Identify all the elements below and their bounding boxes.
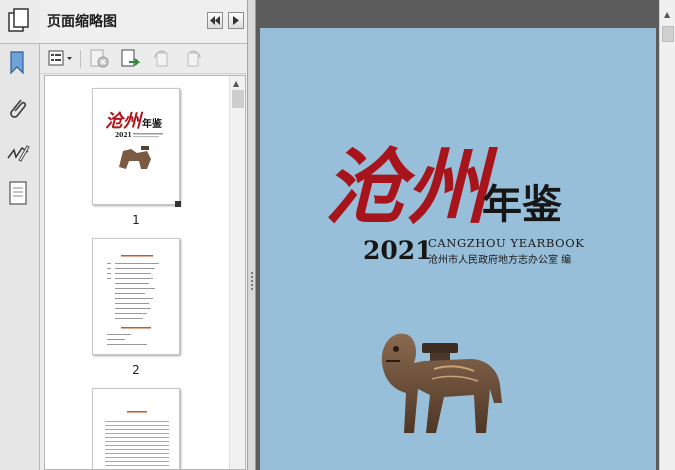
svg-text:2021: 2021 xyxy=(115,132,132,139)
cover-year: 2021 xyxy=(363,236,433,265)
splitter-grip xyxy=(251,284,253,286)
scroll-up-icon[interactable]: ▲ xyxy=(664,10,670,19)
rail-header xyxy=(0,0,40,44)
panel-options-button[interactable] xyxy=(228,12,244,29)
toolbar-divider xyxy=(80,50,81,68)
panel-title: 页面缩略图 xyxy=(47,14,117,30)
cover-title-art: 沧州 年鉴 xyxy=(324,140,563,236)
page-thumbnail-1[interactable]: 沧州 年鉴 2021 xyxy=(92,88,180,205)
panel-splitter[interactable] xyxy=(248,0,256,470)
page-thumbnails-panel: 页面缩略图 沧州 年鉴 2021 1 2 ▲ xyxy=(40,0,248,470)
thumbnail-resize-handle[interactable] xyxy=(175,201,181,207)
navigation-rail xyxy=(0,0,40,470)
double-left-arrow-icon xyxy=(210,16,220,25)
text-page-thumbnail-preview xyxy=(105,411,169,466)
signature-icon[interactable] xyxy=(6,140,30,166)
cover-thumbnail-preview: 沧州 年鉴 2021 xyxy=(105,111,163,169)
delete-page-icon[interactable] xyxy=(89,49,111,69)
title-cangzhou-calligraphy: 沧州 xyxy=(324,140,498,236)
rotate-ccw-icon[interactable] xyxy=(151,49,173,69)
page-label-1: 1 xyxy=(132,213,140,227)
title-nianjian: 年鉴 xyxy=(482,181,563,228)
cover-page: 沧州 年鉴 2021 CANGZHOU YEARBOOK 沧州市人民政府地方志办… xyxy=(260,28,656,470)
cover-publisher: 沧州市人民政府地方志办公室 编 xyxy=(428,255,572,266)
document-scrollbar[interactable]: ▲ xyxy=(659,0,675,470)
contents-thumbnail-preview xyxy=(107,255,159,345)
collapse-panel-button[interactable] xyxy=(207,12,223,29)
right-arrow-icon xyxy=(233,16,239,25)
scroll-up-icon[interactable]: ▲ xyxy=(233,79,239,88)
page-thumbnail-2[interactable] xyxy=(92,238,180,355)
splitter-grip xyxy=(251,272,253,274)
extract-page-icon[interactable] xyxy=(120,49,142,69)
cover-english-title: CANGZHOU YEARBOOK xyxy=(428,236,585,250)
thumbnail-scrollbar[interactable]: ▲ xyxy=(229,76,245,469)
page-thumbnail-3[interactable] xyxy=(92,388,180,469)
svg-text:沧州: 沧州 xyxy=(105,111,144,132)
layers-icon[interactable] xyxy=(6,180,30,206)
bronze-lion-statue-image xyxy=(381,333,502,433)
thumbnail-toolbar xyxy=(40,44,247,74)
thumbnail-options-icon[interactable] xyxy=(48,49,74,69)
splitter-grip xyxy=(251,280,253,282)
pages-icon[interactable] xyxy=(7,8,31,34)
splitter-grip xyxy=(251,276,253,278)
svg-text:年鉴: 年鉴 xyxy=(142,117,163,130)
bookmark-icon[interactable] xyxy=(6,50,30,76)
panel-header: 页面缩略图 xyxy=(40,0,247,44)
document-view[interactable]: 沧州 年鉴 2021 CANGZHOU YEARBOOK 沧州市人民政府地方志办… xyxy=(257,0,659,470)
rotate-cw-icon[interactable] xyxy=(182,49,204,69)
attachment-icon[interactable] xyxy=(6,96,30,122)
thumbnail-scrollbar-thumb[interactable] xyxy=(232,90,244,108)
page-label-2: 2 xyxy=(132,363,140,377)
thumbnail-list[interactable]: 沧州 年鉴 2021 1 2 ▲ xyxy=(44,75,246,470)
splitter-grip xyxy=(251,288,253,290)
document-scrollbar-thumb[interactable] xyxy=(662,26,674,42)
